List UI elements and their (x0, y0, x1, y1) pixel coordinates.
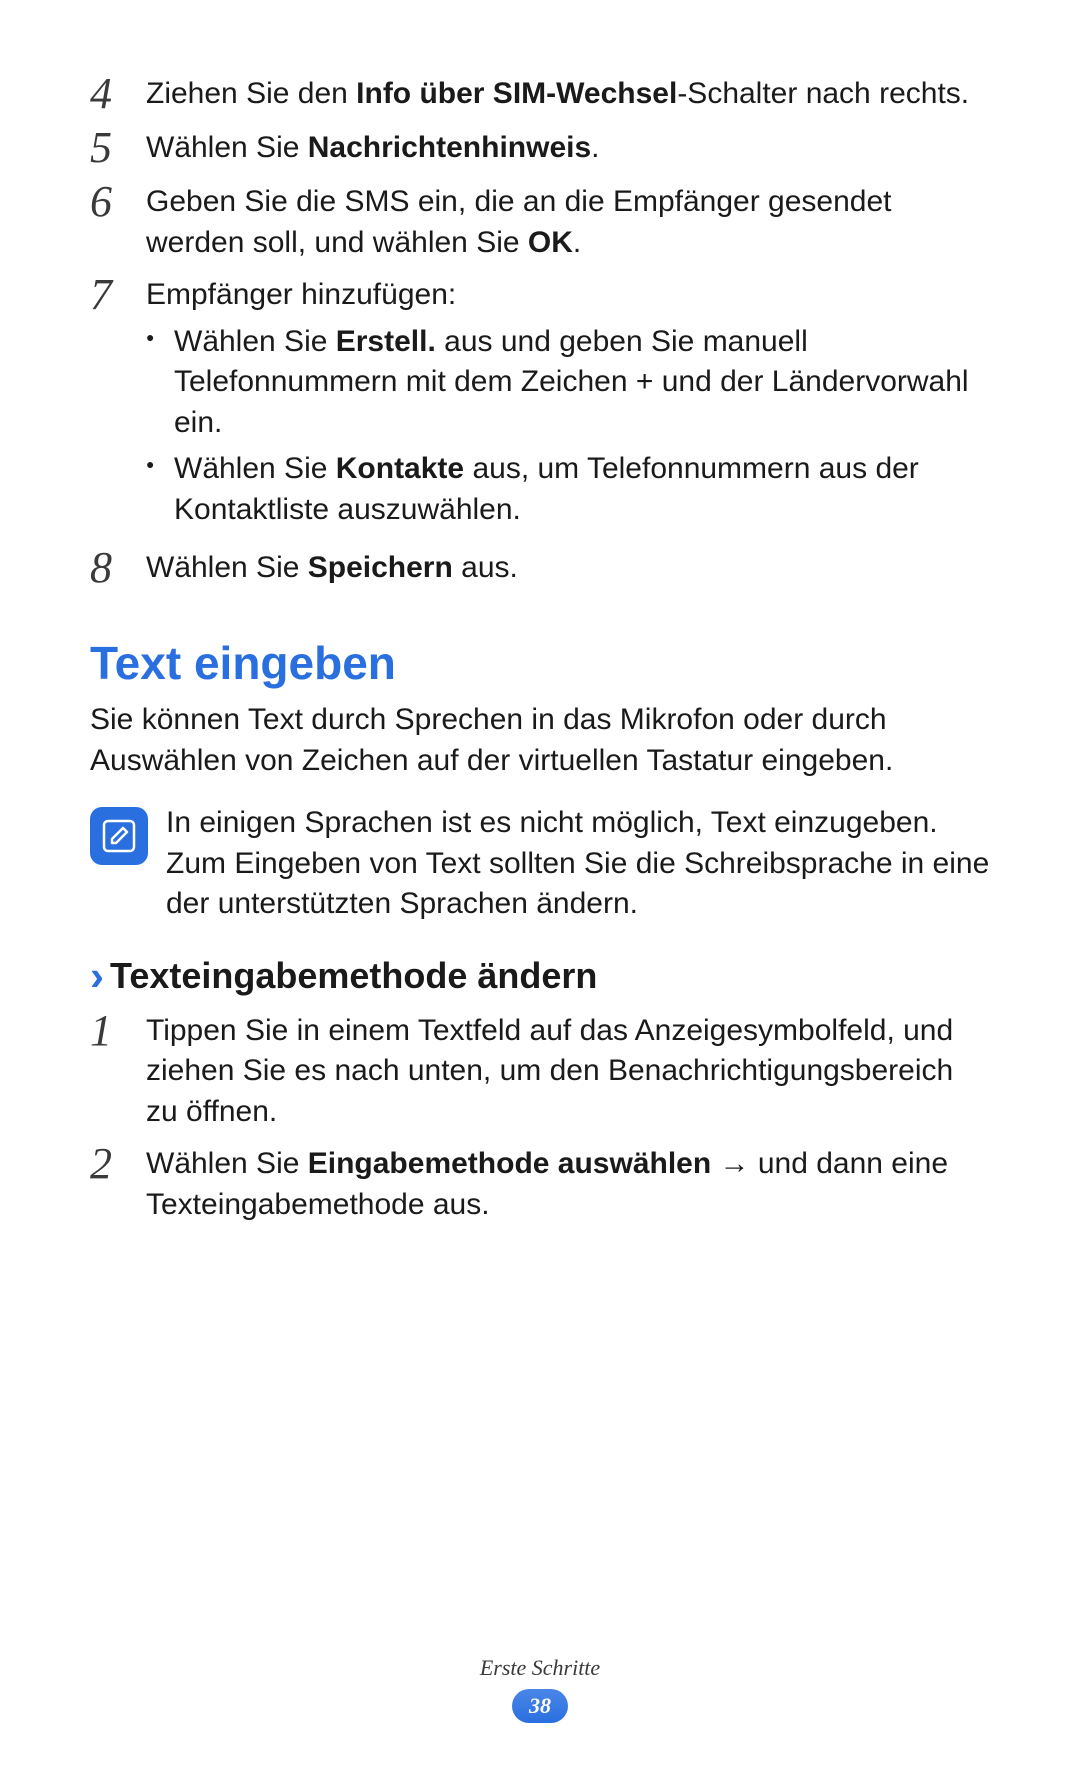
bold-text: Info über SIM-Wechsel (356, 77, 677, 110)
text: Tippen Sie in einem Textfeld auf das Anz… (146, 1014, 953, 1128)
step-item: 7Empfänger hinzufügen: Wählen Sie Erstell… (90, 271, 990, 536)
step-number: 1 (90, 1007, 146, 1053)
text: -Schalter nach rechts. (677, 77, 969, 110)
sub-section-title: › Texteingabemethode ändern (90, 955, 990, 997)
step-item: 4Ziehen Sie den Info über SIM-Wechsel-Sc… (90, 70, 990, 116)
bold-text: Speichern (308, 551, 453, 584)
page-footer: Erste Schritte 38 (0, 1655, 1080, 1723)
note-icon (90, 807, 148, 865)
note-text: In einigen Sprachen ist es nicht möglich… (166, 803, 990, 925)
step-body: Wählen Sie Nachrichtenhinweis. (146, 124, 990, 169)
steps-bottom: 1Tippen Sie in einem Textfeld auf das An… (90, 1007, 990, 1226)
step-item: 2Wählen Sie Eingabemethode auswählen → u… (90, 1140, 990, 1225)
step-item: 6Geben Sie die SMS ein, die an die Empfä… (90, 178, 990, 263)
step-body: Geben Sie die SMS ein, die an die Empfän… (146, 178, 990, 263)
step-item: 1Tippen Sie in einem Textfeld auf das An… (90, 1007, 990, 1133)
text: Wählen Sie (146, 1147, 308, 1180)
bold-text: OK (528, 226, 573, 259)
text: Wählen Sie (146, 131, 308, 164)
bold-text: Nachrichtenhinweis (308, 131, 591, 164)
step-number: 2 (90, 1140, 146, 1186)
step-number: 4 (90, 70, 146, 116)
note-block: In einigen Sprachen ist es nicht möglich… (90, 803, 990, 925)
step-number: 5 (90, 124, 146, 170)
text: . (591, 131, 599, 164)
bold-text: Kontakte (336, 452, 464, 485)
section-title: Text eingeben (90, 636, 990, 690)
text: Geben Sie die SMS ein, die an die Empfän… (146, 185, 892, 259)
step-number: 8 (90, 544, 146, 590)
chevron-right-icon: › (90, 955, 104, 997)
text: Wählen Sie (174, 325, 336, 358)
pencil-note-icon (101, 818, 137, 854)
text: Wählen Sie (146, 551, 308, 584)
bullet-item: Wählen Sie Kontakte aus, um Telefonnumme… (146, 449, 990, 530)
bold-text: Erstell. (336, 325, 436, 358)
step-body: Wählen Sie Speichern aus. (146, 544, 990, 589)
sub-section-title-text: Texteingabemethode ändern (110, 955, 597, 997)
page-number-badge: 38 (512, 1689, 568, 1723)
manual-page: 4Ziehen Sie den Info über SIM-Wechsel-Sc… (0, 0, 1080, 1771)
text: Empfänger hinzufügen: (146, 278, 456, 311)
bold-text: Eingabemethode auswählen (308, 1147, 711, 1180)
step-item: 5Wählen Sie Nachrichtenhinweis. (90, 124, 990, 170)
text: Ziehen Sie den (146, 77, 356, 110)
footer-section-label: Erste Schritte (0, 1655, 1080, 1681)
step-body: Empfänger hinzufügen: Wählen Sie Erstell.… (146, 271, 990, 536)
bullet-list: Wählen Sie Erstell. aus und geben Sie ma… (146, 322, 990, 531)
step-item: 8Wählen Sie Speichern aus. (90, 544, 990, 590)
text: . (573, 226, 581, 259)
section-intro: Sie können Text durch Sprechen in das Mi… (90, 700, 990, 781)
step-body: Ziehen Sie den Info über SIM-Wechsel-Sch… (146, 70, 990, 115)
step-body: Wählen Sie Eingabemethode auswählen → un… (146, 1140, 990, 1225)
text: Wählen Sie (174, 452, 336, 485)
step-number: 6 (90, 178, 146, 224)
step-number: 7 (90, 271, 146, 317)
bullet-item: Wählen Sie Erstell. aus und geben Sie ma… (146, 322, 990, 444)
steps-top: 4Ziehen Sie den Info über SIM-Wechsel-Sc… (90, 70, 990, 590)
text: aus. (453, 551, 518, 584)
step-body: Tippen Sie in einem Textfeld auf das Anz… (146, 1007, 990, 1133)
